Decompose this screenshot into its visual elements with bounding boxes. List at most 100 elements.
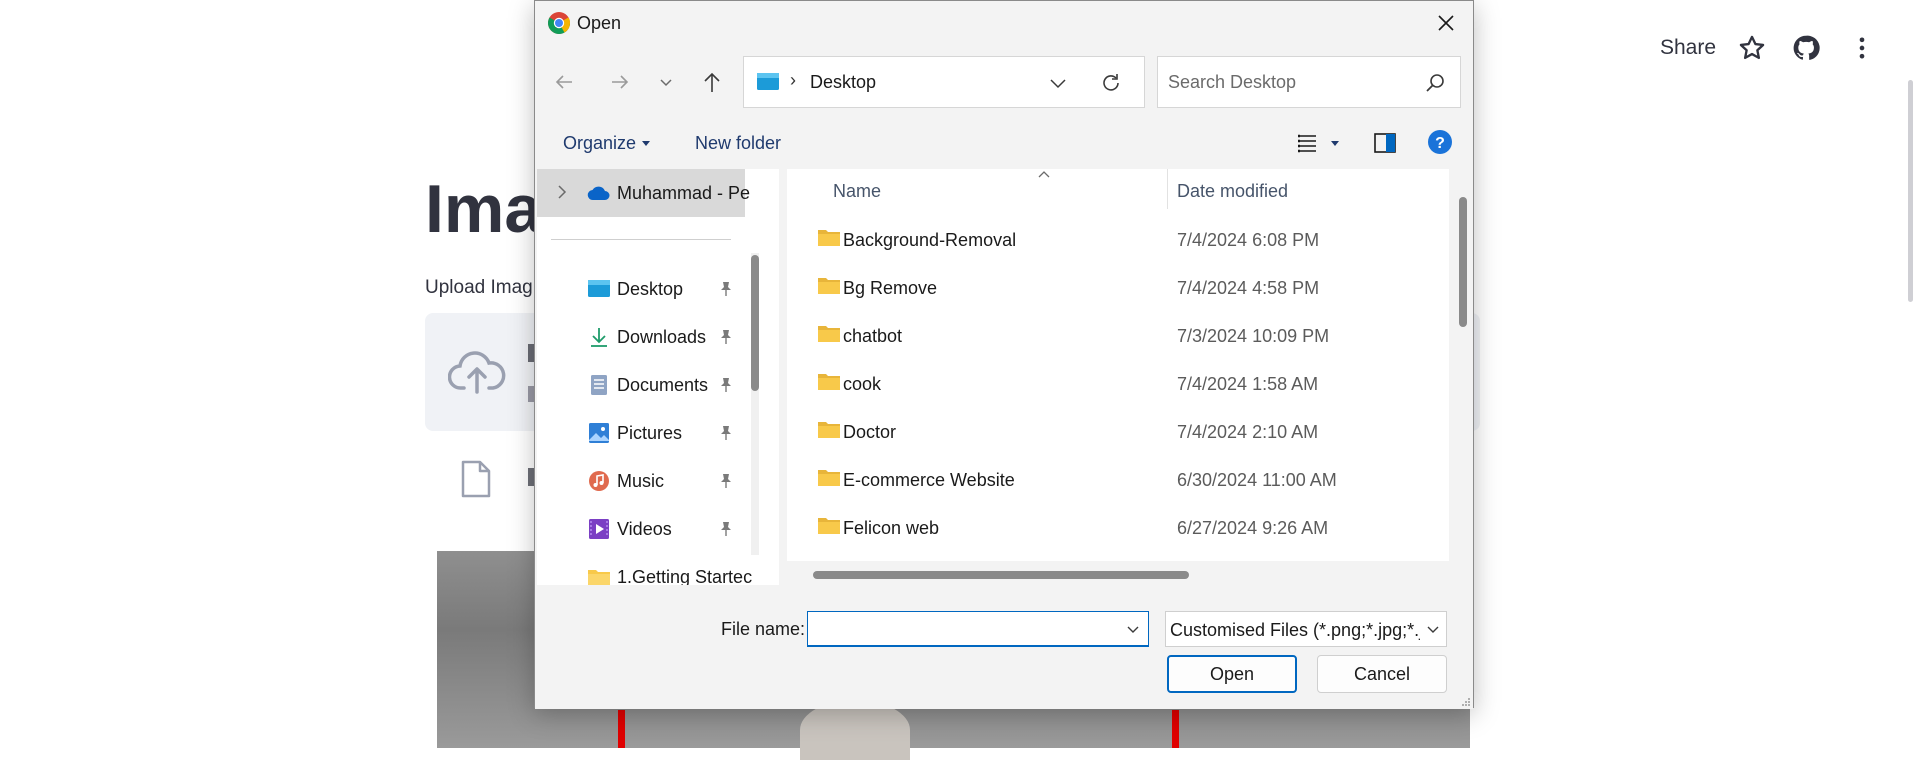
- address-bar[interactable]: › Desktop: [743, 56, 1145, 108]
- nav-item-music[interactable]: Music: [537, 461, 745, 501]
- file-row[interactable]: E-commerce Website 6/30/2024 11:00 AM: [787, 457, 1449, 503]
- list-view-icon[interactable]: [1295, 131, 1319, 155]
- file-name: Felicon web: [843, 518, 940, 538]
- command-bar: Organize New folder ?: [535, 117, 1473, 169]
- nav-item-desktop[interactable]: Desktop: [537, 269, 745, 309]
- pictures-icon: [589, 423, 609, 443]
- column-header-row: Name Date modified: [787, 169, 1449, 209]
- download-icon: [591, 328, 607, 347]
- search-box[interactable]: [1157, 56, 1461, 108]
- chrome-icon: [548, 12, 570, 34]
- nav-item-label: Videos: [617, 519, 672, 539]
- file-row[interactable]: chatbot 7/3/2024 10:09 PM: [787, 313, 1449, 359]
- file-list-horizontal-scrollbar-thumb[interactable]: [813, 571, 1189, 579]
- nav-item-getting-started[interactable]: 1.Getting Startec: [537, 557, 752, 585]
- file-name: Doctor: [843, 422, 897, 442]
- nav-item-videos[interactable]: Videos: [537, 509, 745, 549]
- open-button[interactable]: Open: [1167, 655, 1297, 693]
- column-header-date-modified[interactable]: Date modified: [1177, 181, 1288, 202]
- chevron-down-icon[interactable]: [1426, 622, 1440, 636]
- file-icon: [461, 460, 491, 498]
- up-button[interactable]: [697, 67, 727, 97]
- pane-splitter[interactable]: [779, 169, 787, 585]
- help-icon[interactable]: ?: [1427, 129, 1453, 155]
- upload-label: Upload Imag: [425, 277, 533, 298]
- page-scrollbar[interactable]: [1908, 80, 1913, 302]
- nav-item-label: Muhammad - Pe: [617, 183, 751, 203]
- address-history-button[interactable]: [1046, 71, 1070, 95]
- file-row[interactable]: Background-Removal 7/4/2024 6:08 PM: [787, 217, 1449, 263]
- new-folder-button[interactable]: New folder: [695, 133, 781, 154]
- folder-icon: [818, 374, 840, 390]
- nav-item-pictures[interactable]: Pictures: [537, 413, 745, 453]
- chevron-down-icon: [660, 79, 672, 87]
- search-input[interactable]: [1168, 71, 1408, 93]
- file-date: 7/4/2024 6:08 PM: [1177, 230, 1320, 250]
- view-options-caret-icon[interactable]: [1331, 141, 1339, 146]
- file-name: E-commerce Website: [843, 470, 1015, 490]
- share-button[interactable]: Share: [1660, 36, 1716, 60]
- desktop-icon: [757, 73, 779, 90]
- cancel-button[interactable]: Cancel: [1317, 655, 1447, 693]
- preview-pane-icon[interactable]: [1373, 131, 1397, 155]
- nav-item-label: 1.Getting Startec: [617, 567, 753, 585]
- file-name-combobox[interactable]: [807, 611, 1149, 647]
- nav-item-onedrive[interactable]: Muhammad - Pe: [537, 169, 750, 217]
- documents-icon: [591, 375, 607, 395]
- column-divider[interactable]: [1167, 169, 1168, 209]
- back-button[interactable]: [549, 67, 579, 97]
- folder-icon: [818, 422, 840, 438]
- forward-button[interactable]: [605, 67, 635, 97]
- arrow-right-icon: [612, 75, 629, 89]
- file-name-input[interactable]: [814, 619, 1114, 641]
- organize-menu[interactable]: Organize: [563, 133, 636, 154]
- chevron-right-icon[interactable]: [555, 183, 569, 201]
- folder-icon: [818, 470, 840, 486]
- nav-item-downloads[interactable]: Downloads: [537, 317, 745, 357]
- nav-item-label: Desktop: [617, 279, 684, 299]
- pin-icon: [721, 426, 731, 440]
- refresh-icon: [1103, 74, 1119, 91]
- breadcrumb-separator: ›: [790, 70, 796, 90]
- file-row[interactable]: Bg Remove 7/4/2024 4:58 PM: [787, 265, 1449, 311]
- github-icon[interactable]: [1792, 34, 1820, 62]
- bounding-box-left-edge: [618, 710, 625, 748]
- svg-text:?: ?: [1435, 135, 1445, 152]
- file-row[interactable]: Felicon web 6/27/2024 9:26 AM: [787, 505, 1449, 551]
- arrow-up-icon: [704, 72, 720, 92]
- page-title: Ima: [425, 171, 543, 247]
- star-icon[interactable]: [1738, 34, 1766, 62]
- dialog-titlebar[interactable]: Open: [535, 1, 1473, 45]
- column-header-name[interactable]: Name: [833, 181, 881, 202]
- recent-locations-button[interactable]: [651, 67, 681, 97]
- nav-item-label: Documents: [617, 375, 709, 395]
- file-name-label: File name:: [721, 619, 806, 639]
- music-icon: [589, 471, 609, 491]
- caret-down-icon: [642, 141, 650, 146]
- nav-item-documents[interactable]: Documents: [537, 365, 745, 405]
- search-icon[interactable]: [1424, 72, 1446, 94]
- file-row[interactable]: cook 7/4/2024 1:58 AM: [787, 361, 1449, 407]
- resize-grip-icon[interactable]: [1461, 697, 1471, 707]
- file-date: 7/4/2024 2:10 AM: [1177, 422, 1319, 442]
- file-type-value: Customised Files (*.png;*.jpg;*.j: [1170, 620, 1420, 640]
- cloud-upload-icon: [448, 351, 506, 394]
- file-type-select[interactable]: Customised Files (*.png;*.jpg;*.j: [1165, 611, 1447, 647]
- file-list-vertical-scrollbar-thumb[interactable]: [1459, 197, 1467, 327]
- file-name: cook: [843, 374, 882, 394]
- nav-pane-scrollbar-thumb[interactable]: [751, 255, 759, 391]
- folder-icon: [818, 230, 840, 246]
- arrow-left-icon: [555, 75, 572, 89]
- more-menu-icon[interactable]: [1848, 34, 1876, 62]
- refresh-button[interactable]: [1098, 70, 1124, 96]
- folder-icon: [588, 570, 610, 585]
- file-date: 6/27/2024 9:26 AM: [1177, 518, 1329, 538]
- pin-icon: [721, 474, 731, 488]
- chevron-down-icon[interactable]: [1126, 622, 1140, 636]
- close-icon: [1438, 15, 1454, 31]
- file-row[interactable]: Doctor 7/4/2024 2:10 AM: [787, 409, 1449, 455]
- close-button[interactable]: [1429, 7, 1463, 39]
- file-date: 7/4/2024 1:58 AM: [1177, 374, 1319, 394]
- pin-icon: [721, 282, 731, 296]
- breadcrumb-location[interactable]: Desktop: [810, 72, 876, 93]
